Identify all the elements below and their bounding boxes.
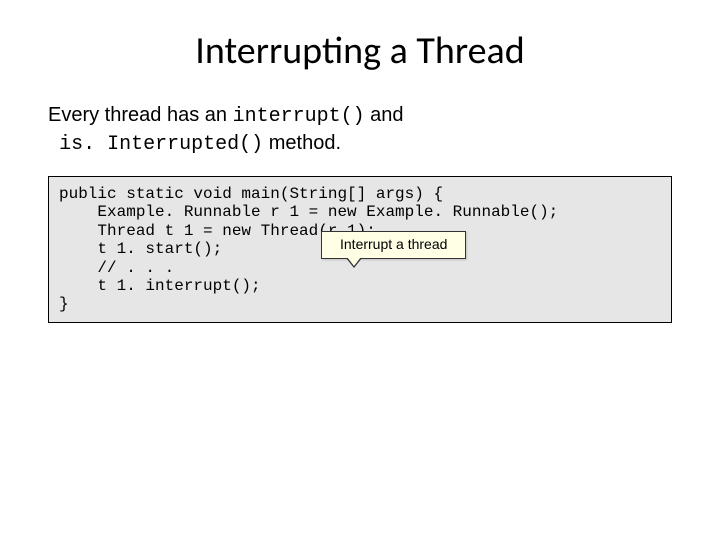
intro-text: Every thread has an interrupt() and is. … <box>48 102 680 158</box>
callout-label: Interrupt a thread <box>321 231 466 259</box>
code-text: public static void main(String[] args) {… <box>59 185 558 313</box>
slide: Interrupting a Thread Every thread has a… <box>0 0 720 540</box>
code-block: public static void main(String[] args) {… <box>48 176 672 323</box>
intro-mid: and <box>365 104 404 126</box>
intro-method2: is. Interrupted() <box>59 133 263 156</box>
intro-prefix: Every thread has an <box>48 104 233 126</box>
slide-title: Interrupting a Thread <box>40 28 680 74</box>
intro-method1: interrupt() <box>233 105 365 128</box>
intro-suffix: method. <box>263 132 341 154</box>
